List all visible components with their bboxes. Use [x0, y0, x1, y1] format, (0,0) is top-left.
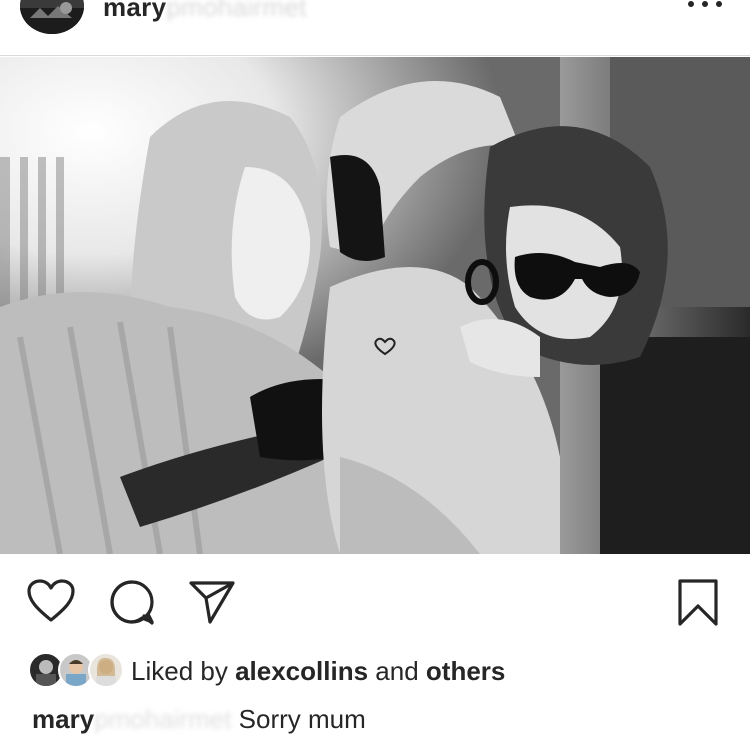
likes-prefix: Liked by	[131, 656, 228, 686]
caption-username[interactable]: mary	[32, 704, 94, 734]
action-bar	[0, 566, 750, 636]
heart-outline-icon[interactable]	[26, 578, 76, 624]
more-options-icon[interactable]	[688, 0, 722, 14]
post-photo[interactable]	[0, 57, 750, 554]
likes-row: Liked by alexcollins and others	[28, 650, 728, 692]
paper-plane-icon[interactable]	[188, 578, 236, 626]
post-caption: marypmohairmet Sorry mum	[32, 704, 366, 735]
caption-username-obscured: pmohairmet	[94, 704, 232, 734]
likes-others-link[interactable]: others	[426, 656, 505, 686]
comment-bubble-icon[interactable]	[108, 578, 156, 626]
caption-text: Sorry mum	[238, 704, 366, 734]
avatar[interactable]	[88, 652, 124, 688]
likes-connector: and	[375, 656, 419, 686]
liker-avatars[interactable]	[28, 652, 126, 688]
likes-text: Liked by alexcollins and others	[131, 656, 505, 687]
avatar[interactable]	[20, 0, 84, 34]
bookmark-outline-icon[interactable]	[676, 578, 720, 628]
post-header: marypmohairmet	[0, 0, 750, 56]
post-username[interactable]: marypmohairmet	[103, 0, 307, 23]
liker-username-link[interactable]: alexcollins	[235, 656, 368, 686]
